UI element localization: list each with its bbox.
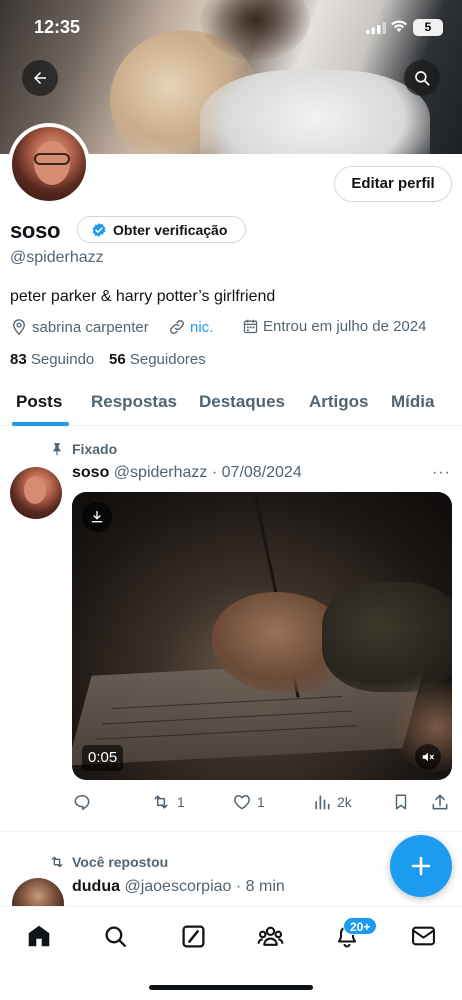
avatar-face (24, 476, 46, 504)
post-date[interactable]: · 07/08/2024 (212, 464, 302, 481)
repost-icon (51, 856, 63, 868)
reposted-indicator: Você repostou (48, 854, 168, 870)
bookmark-button[interactable] (392, 792, 415, 812)
tab-midia[interactable]: Mídia (391, 392, 434, 412)
search-icon (105, 926, 126, 947)
nav-messages[interactable] (408, 921, 438, 951)
following-link[interactable]: 83 Seguindo (10, 351, 94, 368)
post-author-handle[interactable]: @spiderhazz (114, 464, 208, 481)
search-icon (415, 71, 430, 86)
followers-link[interactable]: 56 Seguidores (109, 351, 206, 368)
repost-count: 1 (177, 794, 185, 810)
like-count: 1 (257, 794, 265, 810)
profile-name: soso (10, 218, 61, 243)
edit-profile-button[interactable]: Editar perfil (334, 166, 452, 202)
profile-tabs: Posts Respostas Destaques Artigos Mídia (0, 380, 462, 426)
profile-location: sabrina carpenter (10, 318, 149, 336)
pin-icon (53, 443, 61, 456)
status-bar: 12:35 5 (0, 0, 462, 54)
download-icon (91, 511, 103, 523)
post-author-name[interactable]: dudua (72, 878, 120, 895)
search-button[interactable] (404, 60, 440, 96)
location-pin-icon (13, 319, 25, 336)
nav-search[interactable] (100, 921, 130, 951)
joined-text: Entrou em julho de 2024 (263, 318, 427, 335)
views-count: 2k (337, 794, 352, 810)
home-indicator[interactable] (149, 985, 313, 990)
bookmark-icon (395, 794, 407, 810)
download-button[interactable] (82, 502, 112, 532)
get-verified-label: Obter verificação (113, 221, 228, 238)
following-label: Seguindo (30, 351, 95, 368)
post-author-name[interactable]: soso (72, 464, 109, 481)
profile-link[interactable]: nic. (168, 318, 213, 336)
verified-badge-icon (92, 222, 106, 237)
nav-communities[interactable] (255, 921, 285, 951)
post-video[interactable]: 0:05 (72, 492, 452, 780)
status-time: 12:35 (34, 17, 81, 37)
home-icon (28, 925, 50, 947)
avatar-glasses (34, 153, 70, 165)
profile-avatar[interactable] (8, 123, 90, 205)
arrow-left-icon (34, 72, 46, 84)
video-duration: 0:05 (82, 745, 124, 771)
plus-icon (411, 856, 431, 876)
post-time[interactable]: · 8 min (236, 878, 285, 895)
following-count: 83 (10, 351, 27, 368)
post-header: dudua @jaoescorpiao · 8 min (72, 878, 285, 896)
link-text[interactable]: nic. (190, 319, 213, 336)
profile-handle: @spiderhazz (10, 249, 104, 266)
nav-grok[interactable] (178, 921, 208, 951)
wifi-icon (391, 20, 407, 32)
compose-post-button[interactable] (390, 835, 452, 897)
speaker-muted-icon (422, 752, 434, 762)
followers-label: Seguidores (129, 351, 206, 368)
video-frame-detail (322, 582, 452, 692)
tab-respostas[interactable]: Respostas (91, 392, 177, 412)
share-button[interactable] (430, 792, 455, 812)
views-chart-icon (315, 795, 330, 810)
followers-count: 56 (109, 351, 126, 368)
post-header: soso @spiderhazz · 07/08/2024 (72, 464, 302, 482)
nav-home[interactable] (24, 921, 54, 951)
pinned-label: Fixado (72, 441, 118, 457)
profile-bio: peter parker & harry potter’s girlfriend (10, 288, 276, 305)
post-more-button[interactable]: ··· (432, 464, 451, 482)
tab-posts[interactable]: Posts (16, 392, 62, 412)
profile-joined: Entrou em julho de 2024 (242, 318, 426, 335)
repost-button[interactable]: 1 (150, 792, 185, 812)
post-actions: 1 1 2k (0, 792, 462, 812)
battery-indicator: 5 (413, 19, 443, 36)
location-text: sabrina carpenter (32, 318, 149, 336)
post-divider (0, 831, 462, 832)
communities-icon (257, 926, 283, 946)
reposted-label: Você repostou (72, 854, 169, 870)
reply-icon (74, 795, 90, 811)
cellular-signal-icon (366, 22, 386, 34)
tab-artigos[interactable]: Artigos (309, 392, 369, 412)
notifications-badge: 20+ (343, 917, 378, 935)
repost-icon (154, 795, 168, 809)
reply-button[interactable] (72, 792, 97, 812)
post-author-handle[interactable]: @jaoescorpiao (124, 878, 231, 895)
heart-icon (234, 794, 250, 810)
get-verified-button[interactable]: Obter verificação (77, 216, 246, 243)
grok-icon (181, 924, 205, 948)
pinned-indicator: Fixado (50, 441, 117, 457)
calendar-icon (243, 319, 258, 334)
views-button[interactable]: 2k (312, 792, 352, 812)
envelope-icon (411, 926, 435, 946)
banner-image-detail (200, 70, 430, 154)
like-button[interactable]: 1 (232, 792, 265, 812)
tab-destaques[interactable]: Destaques (199, 392, 285, 412)
back-button[interactable] (22, 60, 58, 96)
mute-button[interactable] (415, 744, 441, 770)
share-icon (432, 794, 448, 810)
active-tab-indicator (12, 422, 69, 426)
link-icon (170, 320, 184, 334)
post-author-avatar[interactable] (10, 467, 62, 519)
